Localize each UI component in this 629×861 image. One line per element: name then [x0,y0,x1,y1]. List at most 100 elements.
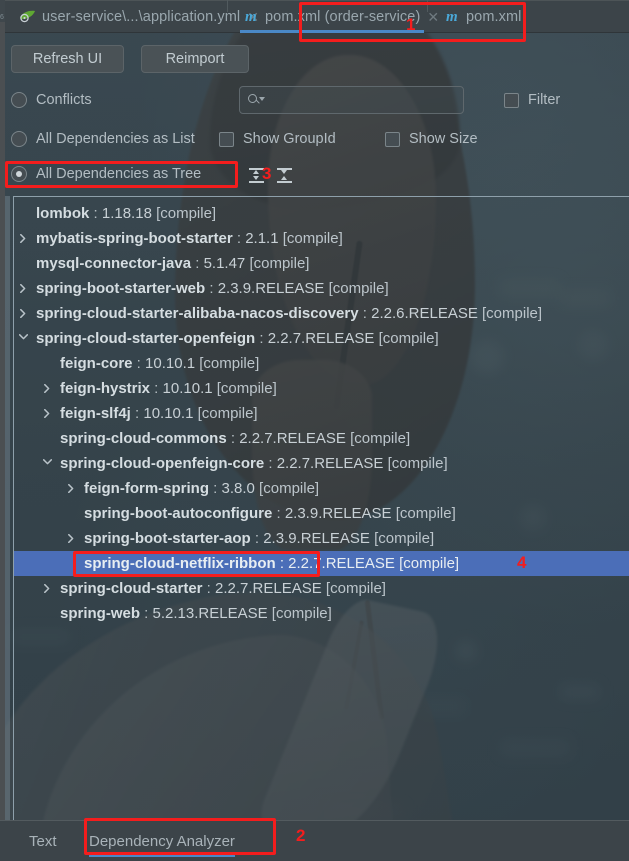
bottom-tab-text[interactable]: Text [29,825,57,858]
radio-conflicts[interactable]: Conflicts [11,92,92,108]
checkbox-filter[interactable]: Filter [504,92,560,108]
dependency-version: 5.1.47 [203,255,246,272]
search-field[interactable] [239,86,464,114]
tree-row[interactable]: spring-cloud-starter-alibaba-nacos-disco… [14,301,629,326]
reimport-button[interactable]: Reimport [141,45,249,73]
tree-row[interactable]: spring-web : 5.2.13.RELEASE [compile] [14,601,629,626]
dependency-scope: [compile] [477,305,543,322]
tree-row-text: spring-cloud-commons : 2.2.7.RELEASE [co… [60,430,410,447]
dependency-scope: [compile] [374,330,439,347]
dependency-version: 5.2.13.RELEASE [152,605,268,622]
tree-row[interactable]: mybatis-spring-boot-starter : 2.1.1 [com… [14,226,629,251]
dependency-scope: [compile] [212,380,277,397]
tree-row[interactable]: feign-hystrix : 10.10.1 [compile] [14,376,629,401]
dependency-scope: [compile] [267,605,332,622]
checkbox-show-size-label: Show Size [409,131,478,147]
spring-leaf-icon [19,10,36,25]
tree-row-text: feign-core : 10.10.1 [compile] [60,355,259,372]
dependency-artifact-id: feign-core [60,355,133,372]
editor-tab-label: user-service\...\application.yml [42,9,241,25]
dependency-scope: [compile] [369,530,435,547]
tree-row-text: spring-cloud-netflix-ribbon : 2.2.7.RELE… [84,555,459,572]
tree-row-text: spring-cloud-starter : 2.2.7.RELEASE [co… [60,580,386,597]
ide-dependency-analyzer-window: 6 user-service\...\application.yml ✕ m p… [0,0,629,861]
dependency-scope: [compile] [193,405,258,422]
dependency-artifact-id: feign-form-spring [84,480,209,497]
tree-row-text: feign-hystrix : 10.10.1 [compile] [60,380,277,397]
tree-row-text: spring-boot-starter-aop : 2.3.9.RELEASE … [84,530,434,547]
dependency-artifact-id: spring-cloud-openfeign-core [60,455,265,472]
checkbox-show-groupid[interactable]: Show GroupId [219,131,336,147]
dependency-separator: : [275,555,289,572]
chevron-right-icon[interactable] [65,476,77,501]
tree-row-text: feign-form-spring : 3.8.0 [compile] [84,480,319,497]
tree-row-text: spring-boot-autoconfigure : 2.3.9.RELEAS… [84,505,456,522]
dependency-version: 3.8.0 [221,480,255,497]
dependency-separator: : [358,305,372,322]
tree-row[interactable]: lombok : 1.18.18 [compile] [14,201,629,226]
tree-row[interactable]: spring-boot-starter-aop : 2.3.9.RELEASE … [14,526,629,551]
tree-row[interactable]: mysql-connector-java : 5.1.47 [compile] [14,251,629,276]
chevron-right-icon[interactable] [41,376,53,401]
chevron-right-icon[interactable] [41,576,53,601]
bottom-tab-dependency-analyzer[interactable]: Dependency Analyzer [89,825,235,858]
dependency-separator: : [264,455,277,472]
dependency-version: 2.3.9.RELEASE [284,505,392,522]
dependency-scope: [compile] [245,255,310,272]
refresh-ui-button[interactable]: Refresh UI [11,45,124,73]
radio-all-dependencies-as-tree[interactable]: All Dependencies as Tree [11,166,201,182]
dependency-version: 2.2.7.RELEASE [215,580,322,597]
dependency-tree-panel: lombok : 1.18.18 [compile] mybatis-spring… [13,196,629,820]
chevron-right-icon[interactable] [65,526,77,551]
tree-row[interactable]: feign-form-spring : 3.8.0 [compile] [14,476,629,501]
dependency-separator: : [89,205,102,222]
dependency-version: 10.10.1 [143,405,194,422]
dependency-version: 2.1.1 [245,230,279,247]
collapse-all-icon[interactable] [276,167,293,184]
chevron-right-icon[interactable] [17,301,29,326]
dependency-artifact-id: spring-cloud-netflix-ribbon [84,555,276,572]
tree-row[interactable]: spring-cloud-starter : 2.2.7.RELEASE [co… [14,576,629,601]
tree-row[interactable]: spring-cloud-starter-openfeign : 2.2.7.R… [14,326,629,351]
tree-row[interactable]: spring-cloud-commons : 2.2.7.RELEASE [co… [14,426,629,451]
dependency-scope: [compile] [383,455,448,472]
tree-row[interactable]: spring-cloud-openfeign-core : 2.2.7.RELE… [14,451,629,476]
dependency-artifact-id: spring-cloud-starter-openfeign [36,330,256,347]
editor-tab-application-yml[interactable]: user-service\...\application.yml ✕ [11,1,267,33]
chevron-right-icon[interactable] [41,401,53,426]
dependency-scope: [compile] [151,205,217,222]
radio-conflicts-label: Conflicts [36,92,92,108]
chevron-right-icon[interactable] [17,226,29,251]
tree-row-text: spring-cloud-openfeign-core : 2.2.7.RELE… [60,455,448,472]
dependency-scope: [compile] [254,480,320,497]
radio-all-dependencies-as-tree-label: All Dependencies as Tree [36,166,202,182]
dependency-artifact-id: feign-slf4j [60,405,131,422]
chevron-down-icon[interactable] [17,326,29,351]
dependency-scope: [compile] [321,580,386,597]
dependency-version: 2.2.7.RELEASE [267,330,375,347]
tree-row[interactable]: feign-slf4j : 10.10.1 [compile] [14,401,629,426]
dependency-scope: [compile] [195,355,260,372]
tree-row[interactable]: spring-boot-autoconfigure : 2.3.9.RELEAS… [14,501,629,526]
dependency-version: 2.2.7.RELEASE [276,455,384,472]
editor-tab-pom-order-service[interactable]: m pom.xml (order-service) ✕ [237,1,447,33]
tree-vertical-scrollbar[interactable] [5,196,10,820]
dependency-separator: : [130,405,144,422]
tree-row-text: spring-web : 5.2.13.RELEASE [compile] [60,605,332,622]
tree-row-text: spring-cloud-starter-openfeign : 2.2.7.R… [36,330,439,347]
tree-row-text: lombok : 1.18.18 [compile] [36,205,216,222]
chevron-down-icon[interactable] [41,451,53,476]
dependency-scope: [compile] [394,555,460,572]
checkbox-show-size[interactable]: Show Size [385,131,478,147]
tree-row[interactable]: spring-boot-starter-web : 2.3.9.RELEASE … [14,276,629,301]
chevron-right-icon[interactable] [17,276,29,301]
editor-tab-pom-xml[interactable]: m pom.xml [438,1,530,33]
tree-row[interactable]: spring-cloud-netflix-ribbon : 2.2.7.RELE… [14,551,629,576]
dependency-separator: : [232,230,246,247]
radio-all-dependencies-as-list[interactable]: All Dependencies as List [11,131,195,147]
expand-all-icon[interactable] [248,167,265,184]
tree-row-text: spring-boot-starter-web : 2.3.9.RELEASE … [36,280,389,297]
checkbox-icon [504,92,519,108]
tree-row[interactable]: feign-core : 10.10.1 [compile] [14,351,629,376]
search-input[interactable] [266,91,451,109]
